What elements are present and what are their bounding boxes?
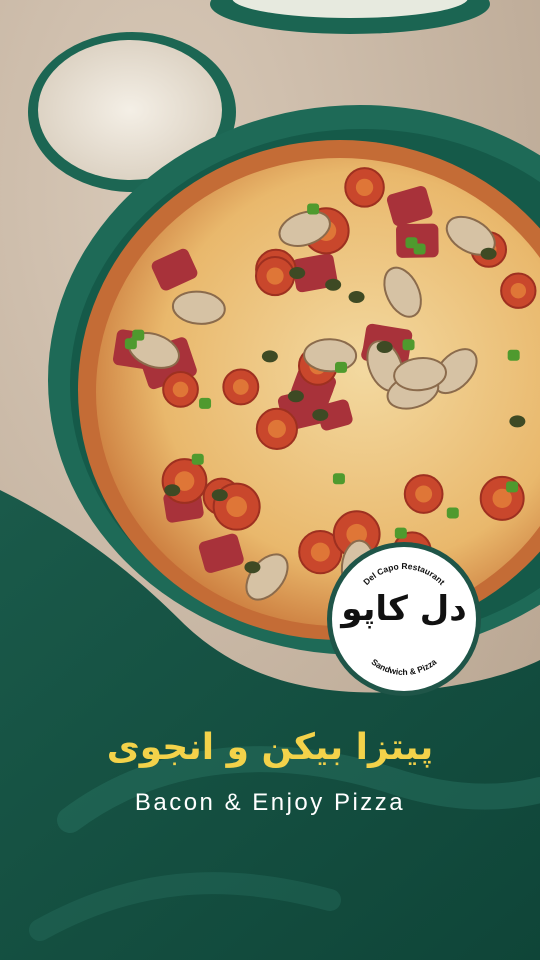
logo-badge: Del Capo Restaurant Sandwich & Pizza دل … xyxy=(332,547,476,691)
sausage-fat xyxy=(310,542,330,562)
green-pepper xyxy=(394,527,407,539)
sausage-fat xyxy=(226,496,248,518)
green-pepper xyxy=(402,339,415,351)
logo-tagline: Sandwich & Pizza xyxy=(370,657,439,678)
logo-name-fa: دل کاپو xyxy=(341,589,467,629)
caper xyxy=(480,247,497,260)
restaurant-logo: Del Capo Restaurant Sandwich & Pizza دل … xyxy=(327,542,481,696)
green-pepper xyxy=(335,361,348,373)
green-pepper xyxy=(507,349,520,361)
promo-poster: Del Capo Restaurant Sandwich & Pizza دل … xyxy=(0,0,540,960)
title-persian: پیتزا بیکن و انجوی xyxy=(106,727,434,768)
mushroom-slice xyxy=(303,338,358,373)
sausage-fat xyxy=(266,267,284,285)
sausage-fat xyxy=(415,485,433,503)
sausage-fat xyxy=(232,379,249,395)
sausage-fat xyxy=(267,419,286,438)
green-pepper xyxy=(332,473,345,485)
caper xyxy=(509,415,526,428)
caper xyxy=(244,561,261,574)
caper xyxy=(289,266,306,279)
green-pepper xyxy=(446,507,459,519)
caper xyxy=(312,408,329,421)
sausage-fat xyxy=(355,178,374,197)
caper xyxy=(261,350,278,363)
svg-text:Del Capo Restaurant: Del Capo Restaurant xyxy=(361,561,447,587)
logo-name-en: Del Capo Restaurant xyxy=(361,561,447,587)
caper xyxy=(348,290,365,303)
svg-text:Sandwich & Pizza: Sandwich & Pizza xyxy=(370,657,439,678)
green-pepper xyxy=(191,453,204,465)
green-pepper xyxy=(124,338,137,350)
green-pepper xyxy=(199,397,212,409)
green-pepper xyxy=(413,243,426,255)
sausage-fat xyxy=(510,282,527,299)
green-pepper xyxy=(506,481,519,493)
caper xyxy=(287,390,304,403)
caper xyxy=(164,484,181,497)
caper xyxy=(376,341,393,354)
title-english: Bacon & Enjoy Pizza xyxy=(134,789,406,816)
caper xyxy=(325,278,342,291)
sausage-fat xyxy=(172,381,189,398)
caper xyxy=(211,489,228,502)
green-pepper xyxy=(307,203,320,215)
